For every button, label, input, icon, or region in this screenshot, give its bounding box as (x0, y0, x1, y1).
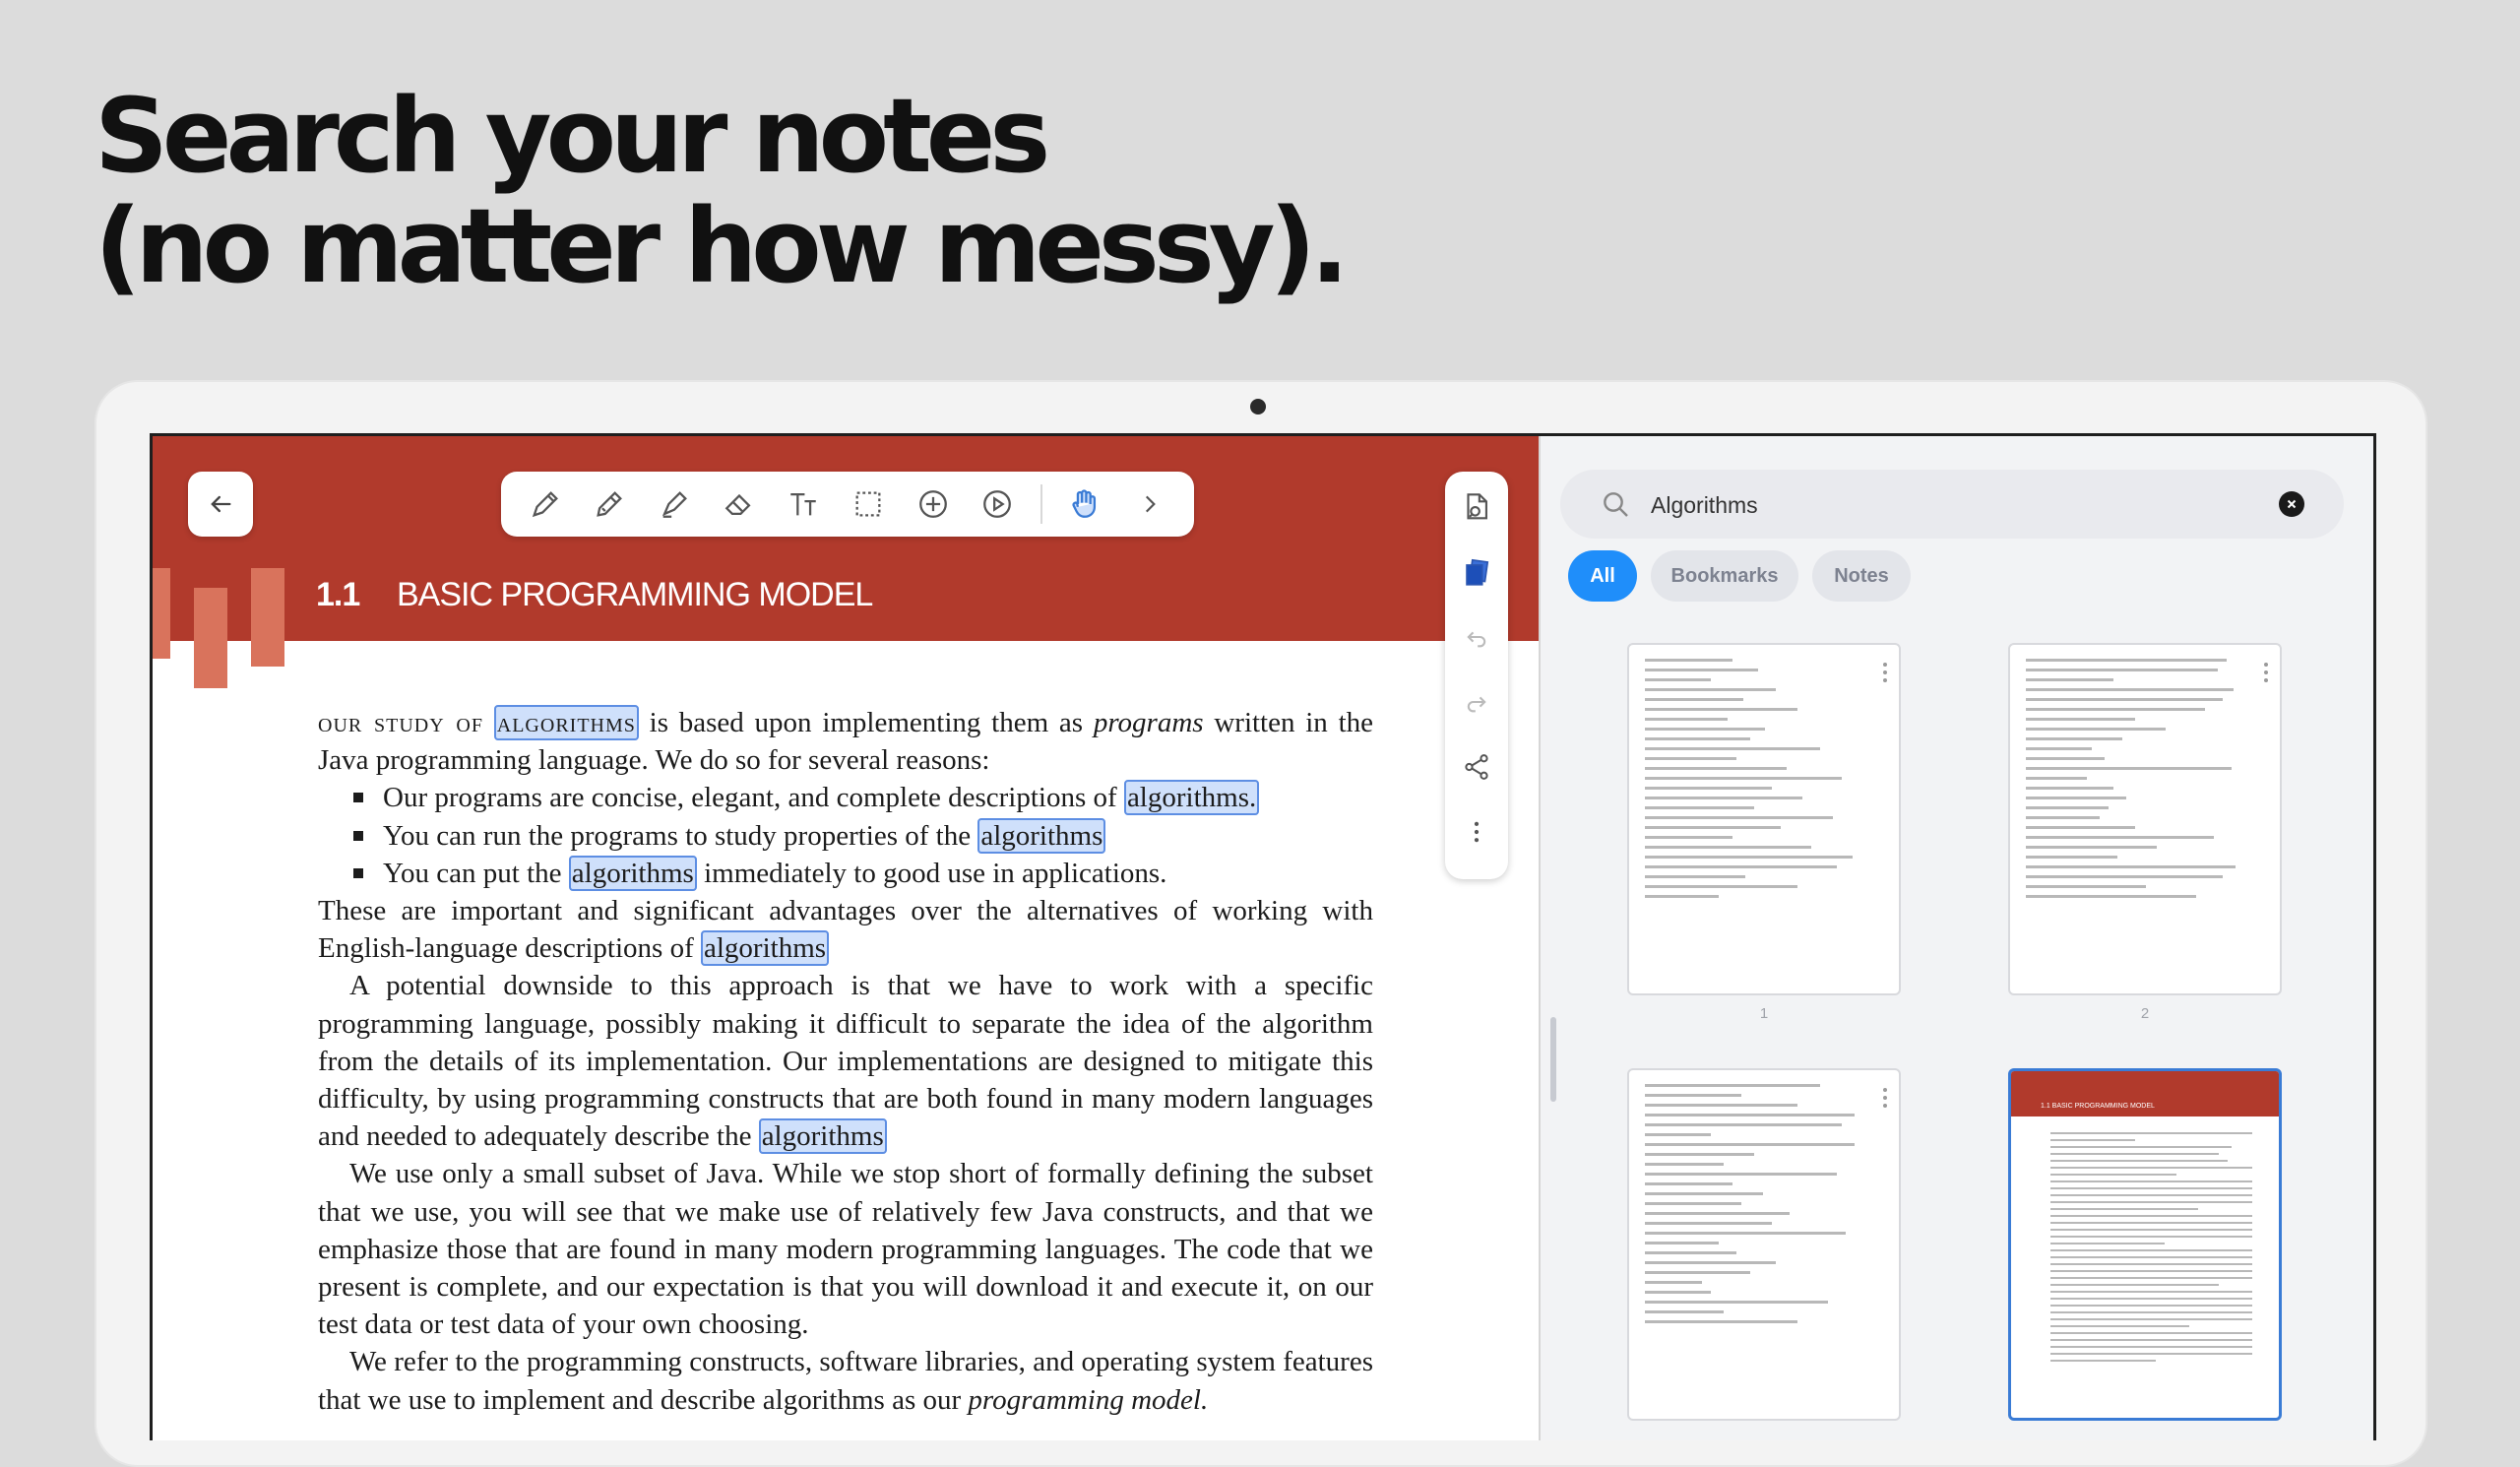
result-thumbnail-selected[interactable]: 1.1 BASIC PROGRAMMING MODEL (2008, 1068, 2282, 1421)
text-run: programs (1093, 707, 1204, 738)
play-icon (983, 490, 1012, 518)
add-tool-button[interactable] (912, 482, 955, 526)
back-button[interactable] (188, 472, 253, 537)
search-pane: All Bookmarks Notes 1 2 (1539, 436, 2373, 1440)
pencil-icon (597, 491, 623, 517)
clear-search-button[interactable] (2279, 491, 2304, 517)
text-icon (790, 492, 817, 516)
add-icon (918, 490, 947, 518)
decorative-bar (194, 588, 227, 688)
text-run: our study of (318, 707, 483, 738)
search-highlight[interactable]: algorithms (758, 1118, 887, 1155)
headline-line-2: (no matter how messy). (94, 186, 1350, 306)
search-highlight[interactable]: algorithms (493, 705, 639, 740)
search-highlight[interactable]: algorithms. (1123, 780, 1260, 816)
text-run: We refer to the programming constructs, … (318, 1346, 1373, 1416)
list-item: You can put the algorithms immediately t… (353, 855, 1373, 892)
play-tool-button[interactable] (976, 482, 1019, 526)
highlighter-tool-button[interactable] (653, 482, 696, 526)
chevron-right-icon (1146, 495, 1156, 513)
result-thumbnail[interactable] (1627, 643, 1901, 995)
pencil-tool-button[interactable] (588, 482, 631, 526)
pen-tool-button[interactable] (524, 482, 567, 526)
redo-button[interactable] (1457, 682, 1496, 722)
thumbnail-preview (1645, 1084, 1863, 1330)
paragraph: We use only a small subset of Java. Whil… (318, 1158, 1373, 1341)
thumbnail-menu-icon[interactable] (2264, 663, 2270, 686)
lasso-icon (855, 491, 881, 517)
text-tool-button[interactable] (782, 482, 825, 526)
drawing-toolbar (501, 472, 1194, 537)
filter-bookmarks-button[interactable]: Bookmarks (1651, 550, 1798, 602)
toolbar-more-button[interactable] (1128, 482, 1171, 526)
search-highlight[interactable]: algorithms (977, 817, 1106, 854)
result-thumbnail[interactable] (2008, 643, 2282, 995)
text-run: programming model. (968, 1383, 1209, 1416)
paragraph: A potential downside to this approach is… (318, 967, 1373, 1155)
pages-icon (1466, 558, 1489, 586)
side-toolbar (1445, 472, 1508, 879)
thumbnail-preview (2026, 659, 2244, 905)
app-screen: 1.1 BASIC PROGRAMMING MODEL our study of… (150, 433, 2376, 1440)
search-highlight[interactable]: algorithms (701, 930, 830, 967)
decorative-bar (251, 568, 284, 667)
paragraph: We refer to the programming constructs, … (318, 1343, 1373, 1418)
undo-icon (1467, 631, 1486, 648)
share-button[interactable] (1457, 747, 1496, 787)
share-icon (1465, 754, 1488, 780)
search-icon (1604, 492, 1628, 517)
pages-button[interactable] (1457, 552, 1496, 592)
headline: Search your notes (no matter how messy). (94, 76, 1350, 306)
search-highlight[interactable]: algorithms (568, 855, 697, 891)
pen-icon (532, 491, 558, 518)
section-title: BASIC PROGRAMMING MODEL (397, 576, 873, 613)
headline-line-1: Search your notes (94, 76, 1050, 196)
decorative-bar (153, 568, 170, 659)
search-bar (1560, 470, 2344, 539)
bullet-list: Our programs are concise, elegant, and c… (318, 779, 1373, 892)
list-item: Our programs are concise, elegant, and c… (353, 779, 1373, 816)
lasso-tool-button[interactable] (847, 482, 890, 526)
eraser-tool-button[interactable] (718, 482, 761, 526)
gesture-tool-button[interactable] (1063, 482, 1106, 526)
thumbnail-menu-icon[interactable] (1883, 1088, 1889, 1112)
text-run: These are important and significant adva… (318, 895, 1373, 965)
result-page-label: 2 (2140, 1005, 2150, 1022)
text-run: is based upon implementing them as (649, 707, 1084, 738)
page-search-button[interactable] (1457, 487, 1496, 527)
thumbnail-title: 1.1 BASIC PROGRAMMING MODEL (2041, 1103, 2155, 1110)
highlighter-icon (662, 491, 687, 518)
camera-dot (1250, 399, 1266, 415)
paragraph: These are important and significant adva… (318, 892, 1373, 967)
toolbar-divider (1040, 484, 1042, 524)
text-run: You can run the programs to study proper… (383, 819, 972, 852)
thumbnail-preview (1645, 659, 1863, 905)
arrow-left-icon (211, 495, 231, 513)
more-button[interactable] (1457, 812, 1496, 852)
text-run: Our programs are concise, elegant, and c… (383, 782, 1117, 814)
paragraph: our study of algorithms is based upon im… (318, 704, 1373, 779)
thumbnail-preview (2050, 1132, 2261, 1367)
search-input[interactable] (1649, 483, 2243, 527)
text-run: You can put the (383, 857, 562, 889)
result-page-label: 1 (1759, 1005, 1769, 1022)
thumbnail-header (2011, 1071, 2279, 1116)
thumbnail-menu-icon[interactable] (1883, 663, 1889, 686)
text-run: immediately to good use in applications. (704, 857, 1167, 889)
list-item: You can run the programs to study proper… (353, 817, 1373, 855)
scroll-handle[interactable] (1550, 1017, 1556, 1102)
page-body: our study of algorithms is based upon im… (318, 704, 1373, 1419)
section-number: 1.1 (316, 576, 360, 613)
eraser-icon (724, 493, 751, 516)
redo-icon (1467, 696, 1486, 713)
page-search-icon (1467, 493, 1487, 520)
gesture-icon (1072, 489, 1097, 518)
close-icon (2287, 499, 2297, 509)
more-icon (1474, 821, 1480, 843)
result-thumbnail[interactable] (1627, 1068, 1901, 1421)
undo-button[interactable] (1457, 617, 1496, 657)
filter-notes-button[interactable]: Notes (1812, 550, 1911, 602)
filter-all-button[interactable]: All (1568, 550, 1637, 602)
document-pane: 1.1 BASIC PROGRAMMING MODEL our study of… (153, 436, 1539, 1440)
